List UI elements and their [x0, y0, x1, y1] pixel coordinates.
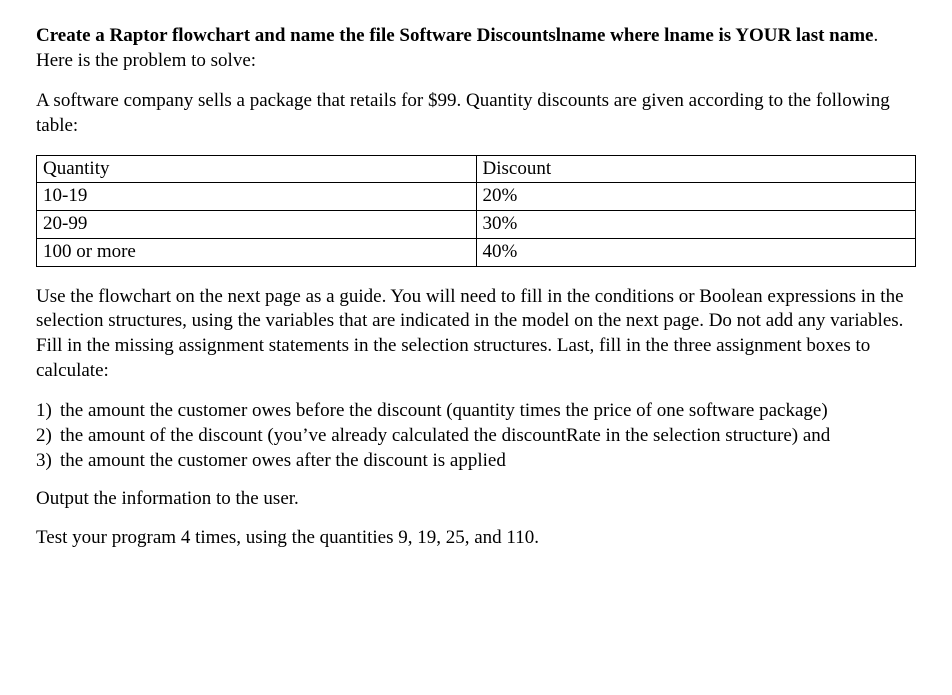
instructions-paragraph: Use the flowchart on the next page as a … — [36, 285, 916, 384]
intro-paragraph: A software company sells a package that … — [36, 89, 916, 138]
header-bold: Create a Raptor flowchart and name the f… — [36, 25, 874, 46]
table-row: 20-99 30% — [37, 211, 916, 239]
table-row: 100 or more 40% — [37, 238, 916, 266]
table-row: 10-19 20% — [37, 183, 916, 211]
test-instruction: Test your program 4 times, using the qua… — [36, 526, 916, 551]
list-text: the amount the customer owes after the d… — [60, 449, 506, 474]
assignment-header: Create a Raptor flowchart and name the f… — [36, 24, 916, 73]
list-number: 3) — [36, 449, 60, 474]
list-number: 1) — [36, 399, 60, 424]
table-cell-discount: 40% — [476, 238, 916, 266]
list-number: 2) — [36, 424, 60, 449]
output-instruction: Output the information to the user. — [36, 487, 916, 512]
table-cell-discount: 20% — [476, 183, 916, 211]
table-cell-quantity: 10-19 — [37, 183, 477, 211]
discount-table: Quantity Discount 10-19 20% 20-99 30% 10… — [36, 155, 916, 267]
list-text: the amount the customer owes before the … — [60, 399, 828, 424]
table-header-row: Quantity Discount — [37, 155, 916, 183]
list-item: 2) the amount of the discount (you’ve al… — [36, 424, 916, 449]
table-cell-quantity: 20-99 — [37, 211, 477, 239]
list-text: the amount of the discount (you’ve alrea… — [60, 424, 830, 449]
numbered-list: 1) the amount the customer owes before t… — [36, 399, 916, 473]
list-item: 3) the amount the customer owes after th… — [36, 449, 916, 474]
table-header-quantity: Quantity — [37, 155, 477, 183]
table-cell-quantity: 100 or more — [37, 238, 477, 266]
table-header-discount: Discount — [476, 155, 916, 183]
list-item: 1) the amount the customer owes before t… — [36, 399, 916, 424]
table-cell-discount: 30% — [476, 211, 916, 239]
